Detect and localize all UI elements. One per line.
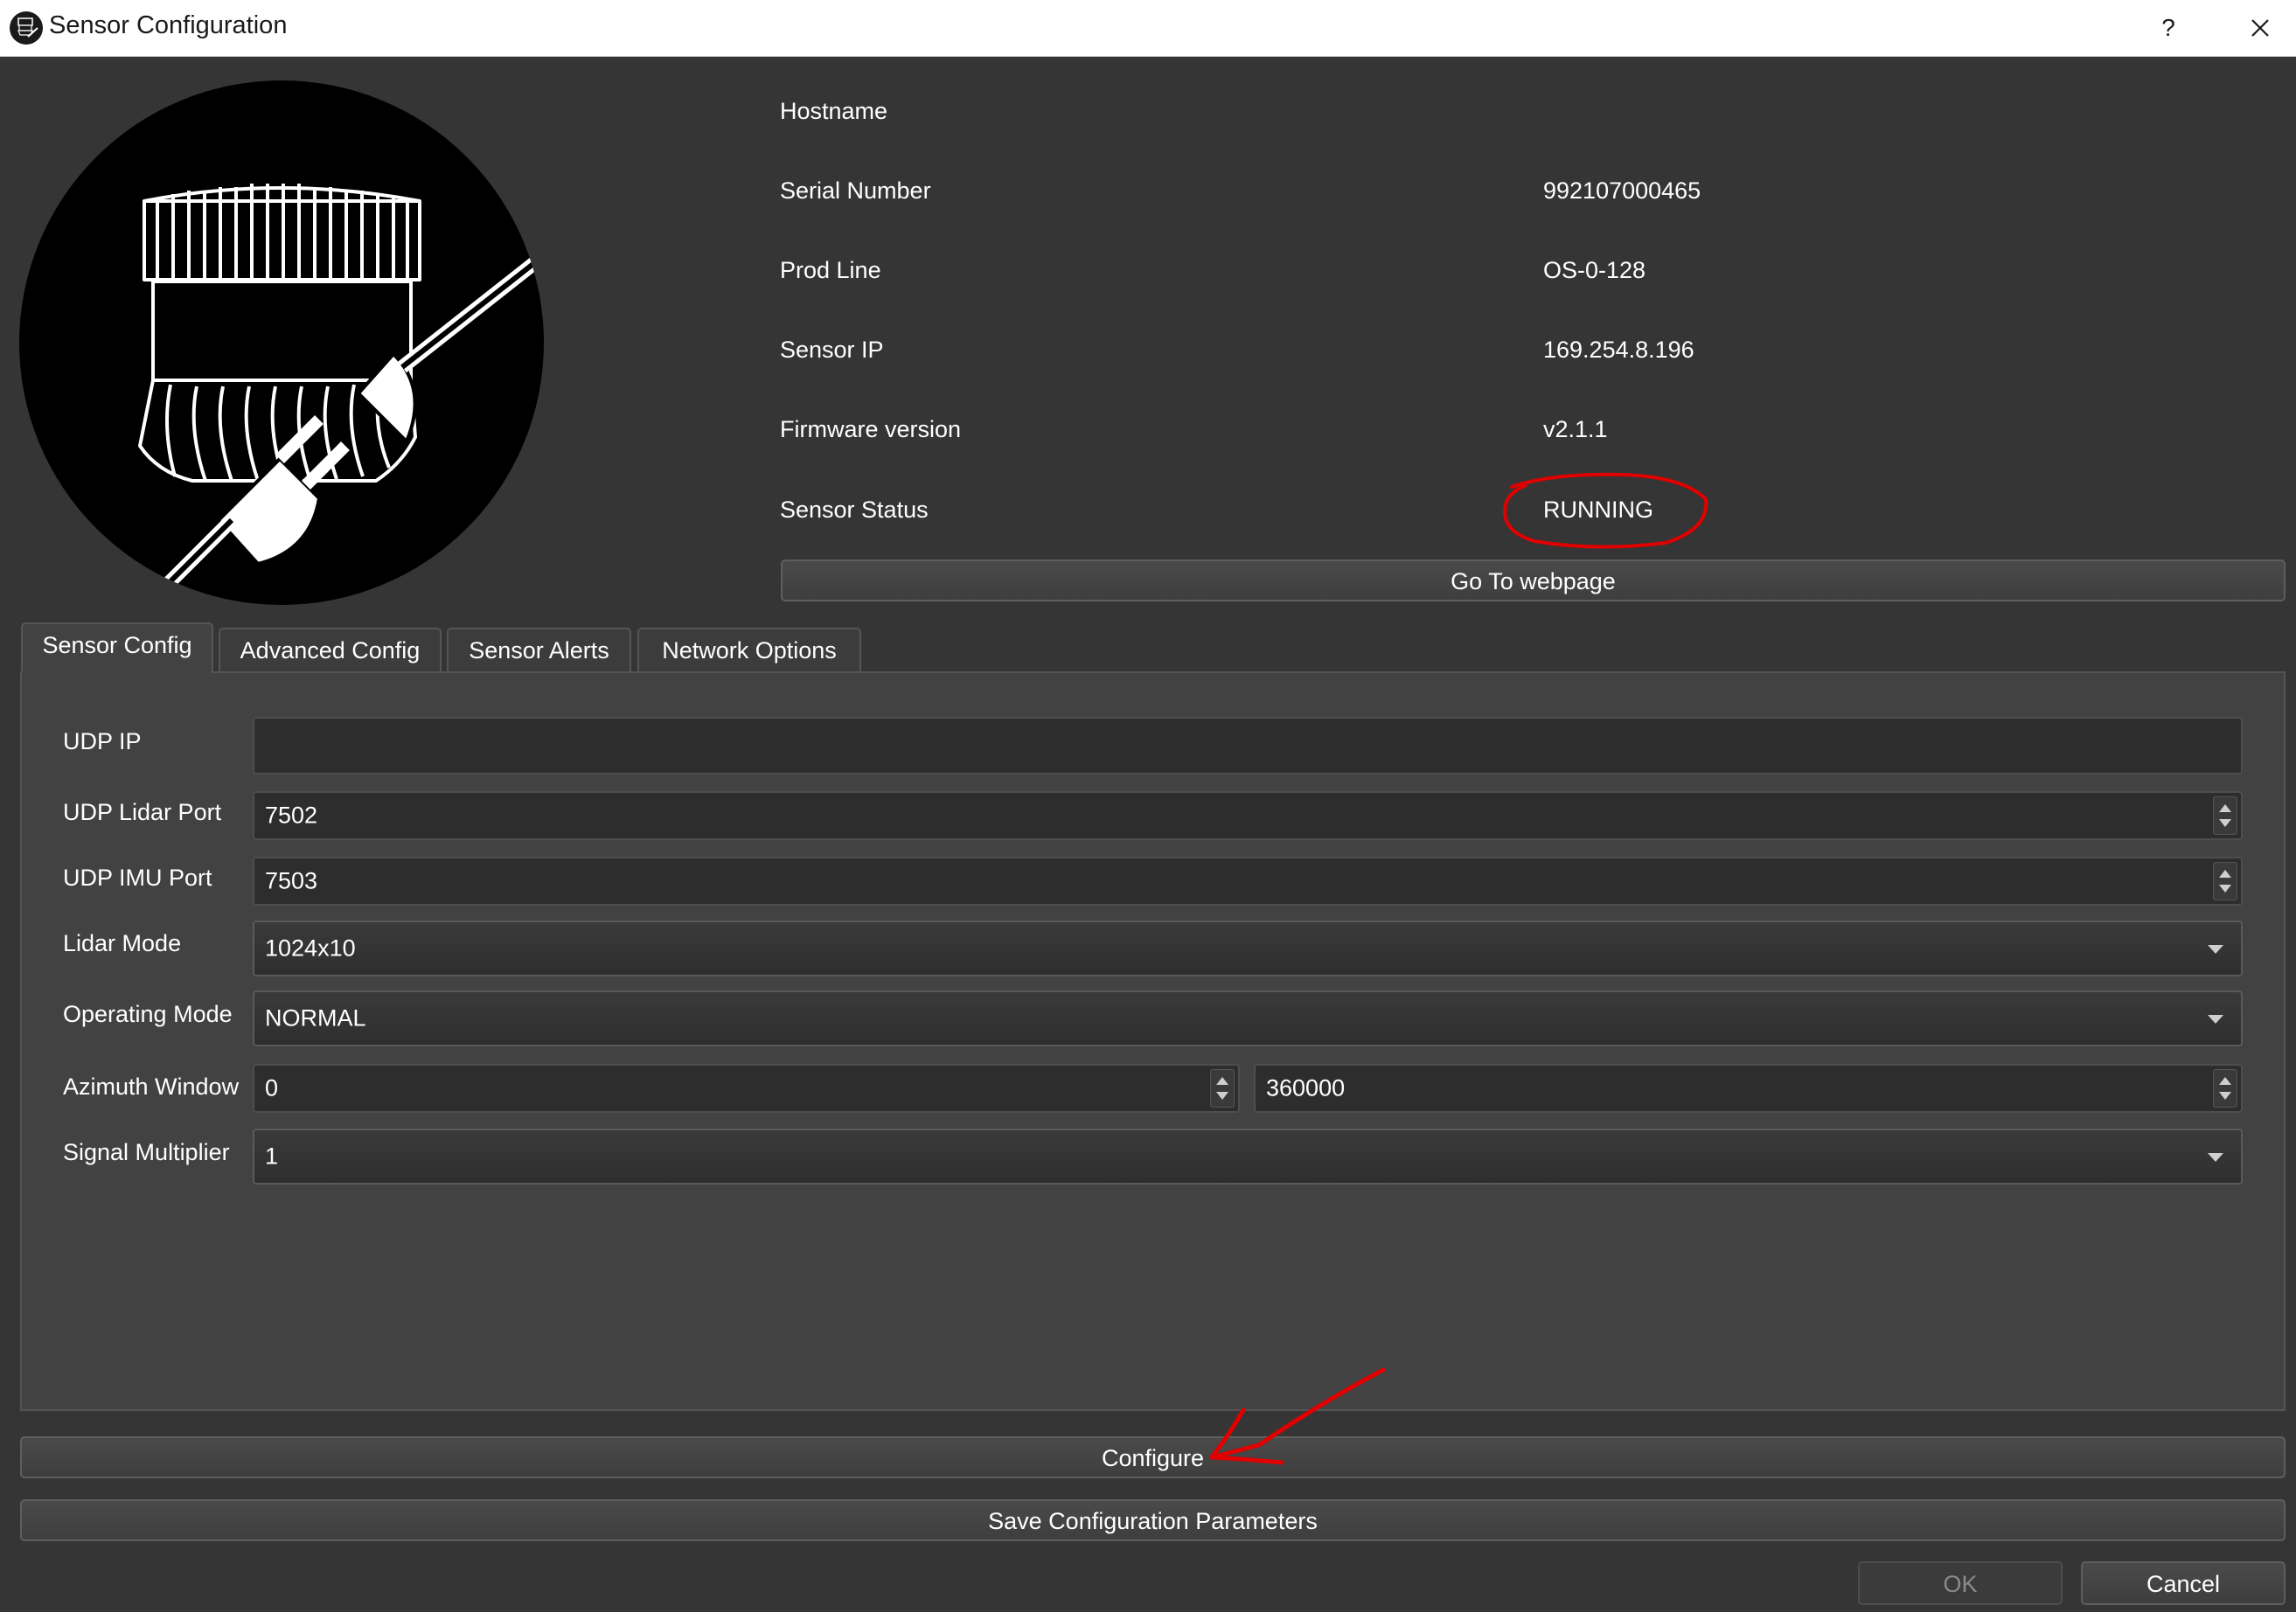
tab-network-options[interactable]: Network Options xyxy=(637,628,861,671)
spinner-arrows-icon[interactable] xyxy=(2213,796,2237,835)
azimuth-window-label: Azimuth Window xyxy=(63,1074,240,1100)
serial-number-value: 992107000465 xyxy=(1543,177,1701,204)
window-title: Sensor Configuration xyxy=(49,11,288,39)
prod-line-value: OS-0-128 xyxy=(1543,257,1646,283)
azimuth-window-max-spinbox[interactable]: 360000 xyxy=(1254,1064,2243,1113)
configure-arrow-annotation xyxy=(1209,1367,1386,1465)
spinner-arrows-icon[interactable] xyxy=(2213,862,2237,900)
sensor-ip-value: 169.254.8.196 xyxy=(1543,337,1694,363)
title-bar: Sensor Configuration ? xyxy=(0,0,2296,57)
serial-number-label: Serial Number xyxy=(780,177,931,204)
app-icon xyxy=(10,11,43,45)
help-button[interactable]: ? xyxy=(2146,9,2190,47)
operating-mode-select[interactable]: NORMAL xyxy=(253,990,2243,1046)
go-to-webpage-button[interactable]: Go To webpage xyxy=(781,559,2286,601)
spinner-arrows-icon[interactable] xyxy=(1210,1069,1235,1108)
lidar-mode-select[interactable]: 1024x10 xyxy=(253,921,2243,976)
signal-multiplier-select[interactable]: 1 xyxy=(253,1129,2243,1185)
configure-button[interactable]: Configure xyxy=(20,1436,2286,1478)
udp-ip-input[interactable] xyxy=(253,717,2243,775)
firmware-version-label: Firmware version xyxy=(780,416,962,442)
spinner-arrows-icon[interactable] xyxy=(2213,1069,2237,1108)
chevron-down-icon xyxy=(2208,1153,2223,1162)
udp-ip-label: UDP IP xyxy=(63,728,142,754)
status-highlight-annotation xyxy=(1502,472,1708,549)
chevron-down-icon xyxy=(2208,1015,2223,1024)
signal-multiplier-label: Signal Multiplier xyxy=(63,1139,230,1165)
tab-advanced-config[interactable]: Advanced Config xyxy=(219,628,442,671)
tab-sensor-alerts[interactable]: Sensor Alerts xyxy=(447,628,631,671)
sensor-status-label: Sensor Status xyxy=(780,497,929,523)
prod-line-label: Prod Line xyxy=(780,257,881,283)
firmware-version-value: v2.1.1 xyxy=(1543,416,1608,442)
udp-lidar-port-spinbox[interactable]: 7502 xyxy=(253,791,2243,840)
ok-button[interactable]: OK xyxy=(1858,1561,2063,1605)
chevron-down-icon xyxy=(2208,945,2223,954)
save-configuration-button[interactable]: Save Configuration Parameters xyxy=(20,1499,2286,1541)
udp-imu-port-spinbox[interactable]: 7503 xyxy=(253,857,2243,906)
udp-imu-port-label: UDP IMU Port xyxy=(63,865,212,891)
udp-lidar-port-label: UDP Lidar Port xyxy=(63,799,222,825)
hostname-label: Hostname xyxy=(780,98,888,124)
tab-sensor-config[interactable]: Sensor Config xyxy=(21,622,213,673)
lidar-mode-label: Lidar Mode xyxy=(63,930,182,956)
sensor-ip-label: Sensor IP xyxy=(780,337,884,363)
azimuth-window-min-spinbox[interactable]: 0 xyxy=(253,1064,1240,1113)
close-icon[interactable] xyxy=(2238,9,2282,47)
operating-mode-label: Operating Mode xyxy=(63,1001,233,1027)
sensor-unplugged-logo xyxy=(19,80,544,605)
cancel-button[interactable]: Cancel xyxy=(2081,1561,2286,1605)
